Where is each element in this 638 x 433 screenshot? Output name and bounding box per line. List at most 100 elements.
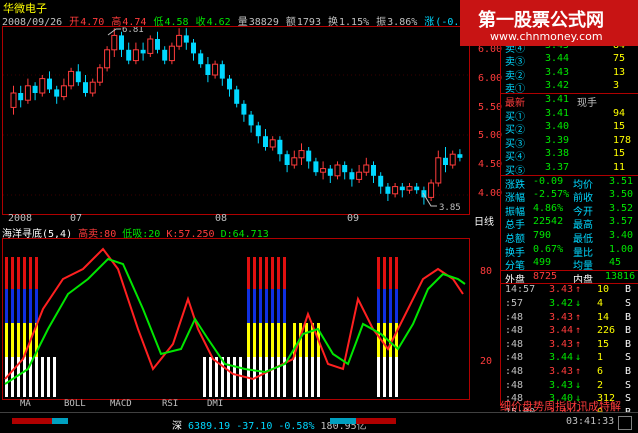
stat-value: 0.67% <box>533 243 564 255</box>
candle <box>60 85 67 98</box>
date-label: 09 <box>347 213 360 224</box>
candle <box>306 150 312 162</box>
signal-bar <box>377 257 380 289</box>
latest-price: 3.41 <box>545 94 570 105</box>
candle <box>183 35 189 43</box>
tab-dmi[interactable]: DMI <box>207 399 223 409</box>
signal-bar <box>305 323 308 357</box>
outer-value: 8725 <box>533 270 558 282</box>
buy-price: 3.40 <box>545 121 570 133</box>
watermark-url: www.chnmoney.com <box>490 30 603 43</box>
candle <box>47 78 52 90</box>
signal-bar <box>277 357 280 397</box>
arrow-up-icon: ↑ <box>575 338 582 350</box>
indicator-chart <box>4 247 466 397</box>
tab-ma[interactable]: MA <box>20 399 31 409</box>
sell-row: 卖① 3.42 3 <box>505 80 637 95</box>
candle <box>10 92 17 108</box>
stat-value: 4.86% <box>533 202 564 214</box>
arrow-up-icon: ↑ <box>575 311 582 323</box>
index-pct: -0.58% <box>278 421 315 432</box>
signal-bar <box>23 357 26 397</box>
signal-bar <box>389 357 392 397</box>
date-label: 2008 <box>8 213 33 224</box>
arrow-up-icon: ↑ <box>575 284 582 296</box>
arrow-up-icon: ↑ <box>575 366 582 377</box>
candle <box>39 78 46 94</box>
signal-bar <box>17 323 20 357</box>
indicator-y-axis: 80 20 <box>470 238 500 398</box>
candle <box>443 157 448 165</box>
candle <box>126 49 132 61</box>
tick-flag: B <box>625 311 632 323</box>
sell-row: 卖③ 3.44 75 <box>505 53 637 68</box>
market-bar-red <box>12 418 52 424</box>
candle <box>356 171 363 180</box>
buy-price: 3.41 <box>545 107 570 119</box>
tick-row: :57 3.42 ↓ 4 S <box>505 298 637 311</box>
tick-time: :48 <box>505 366 524 377</box>
date-label: 08 <box>215 213 228 224</box>
tick-price: 3.43 <box>549 338 574 350</box>
candle <box>68 70 75 87</box>
tick-price: 3.44 <box>549 325 574 337</box>
market-bar-red-2 <box>356 418 396 424</box>
signal-bar <box>283 323 286 357</box>
price-chart-panel[interactable]: 6.81 3.85 <box>2 25 470 215</box>
buy-row: 买④ 3.38 15 <box>505 148 637 163</box>
signal-bar <box>259 289 262 323</box>
candle <box>435 157 442 184</box>
signal-bar <box>259 257 262 289</box>
signal-bar <box>395 357 398 397</box>
price-y-axis: 6.00 6.00 5.50 5.00 4.50 4.00 <box>470 26 503 213</box>
period-label[interactable]: 日线 <box>474 213 494 228</box>
tick-row: :48 3.43 ↑ 14 B <box>505 312 637 325</box>
signal-bar <box>299 357 302 397</box>
latest-row: 最新 3.41 现手 <box>505 94 637 109</box>
arrow-up-icon: ↑ <box>575 325 582 337</box>
signal-bar <box>47 357 50 397</box>
tab-macd[interactable]: MACD <box>110 399 132 409</box>
tick-row: 14:57 3.43 ↑ 10 B <box>505 284 637 297</box>
signal-bar <box>29 289 32 323</box>
candle <box>205 64 211 75</box>
signal-bar <box>271 289 274 323</box>
candle <box>269 139 276 148</box>
candle <box>406 186 413 191</box>
high-marker: 6.81 <box>122 27 144 35</box>
tab-boll[interactable]: BOLL <box>64 399 86 409</box>
signal-bar <box>253 257 256 289</box>
tick-price: 3.42 <box>549 298 574 309</box>
tick-row: :48 3.44 ↑ 226 B <box>505 325 637 338</box>
index-value: 6389.19 <box>188 421 231 432</box>
candle <box>198 53 204 65</box>
buy-row: 买③ 3.39 178 <box>505 135 637 150</box>
signal-bar <box>389 257 392 289</box>
buy-vol: 15 <box>613 121 626 133</box>
candle <box>277 139 283 155</box>
signal-bar <box>35 289 38 323</box>
candle <box>342 165 348 173</box>
tab-rsi[interactable]: RSI <box>162 399 178 409</box>
y-tick: 6.00 <box>478 73 503 84</box>
signal-bar <box>247 323 250 357</box>
tick-flag: S <box>625 393 632 405</box>
candle <box>191 42 196 54</box>
buy-vol: 11 <box>613 162 626 173</box>
signal-bar <box>383 323 386 357</box>
tick-time: :48 <box>505 325 524 337</box>
candle <box>24 85 31 101</box>
stat-row: 换手 0.67% 量比 1.00 <box>505 243 637 259</box>
stat-value: -0.09 <box>533 175 564 187</box>
candle <box>32 85 38 93</box>
signal-bar <box>283 257 286 289</box>
site-watermark: 第一股票公式网 www.chnmoney.com <box>460 0 638 46</box>
candle <box>320 168 327 173</box>
sell-row: 卖② 3.43 13 <box>505 67 637 82</box>
candle <box>363 164 370 173</box>
tick-vol: 1 <box>597 352 604 364</box>
tick-price: 3.43 <box>549 366 574 377</box>
candle <box>89 81 96 94</box>
indicator-panel[interactable] <box>2 238 470 400</box>
tick-time: :48 <box>505 311 524 323</box>
